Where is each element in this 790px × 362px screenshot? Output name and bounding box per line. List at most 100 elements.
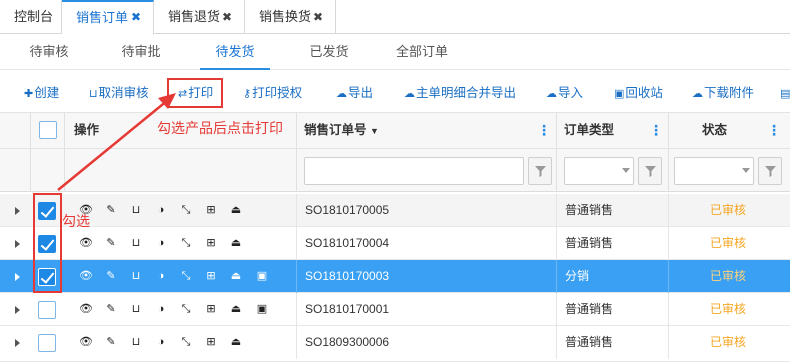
inbox-icon[interactable]: ⏏ <box>229 203 243 217</box>
tab-sales-order[interactable]: 销售订单 ✖ <box>62 0 154 35</box>
download-attachment-button[interactable]: ☁下载附件 <box>692 83 754 103</box>
expand-icon[interactable] <box>15 339 20 347</box>
sort-down-icon[interactable]: ▼ <box>370 126 379 136</box>
order-type-cell: 分销 <box>565 269 590 283</box>
eye-icon[interactable]: 👁 <box>79 269 93 283</box>
order-no-cell[interactable]: SO1810170003 <box>305 260 389 293</box>
inbox-icon[interactable]: ⏏ <box>229 236 243 250</box>
column-menu-icon[interactable]: ⋮ <box>767 123 781 137</box>
tab-console[interactable]: 控制台 <box>0 0 62 34</box>
subtab-all-orders[interactable]: 全部订单 <box>390 34 454 70</box>
audit-icon[interactable]: ⊔ <box>129 236 143 250</box>
audit-icon[interactable]: ⊔ <box>129 335 143 349</box>
split-icon[interactable]: ⤡ <box>179 269 193 283</box>
export-button[interactable]: ☁导出 <box>336 83 373 103</box>
print-auth-label: 打印授权 <box>252 86 303 100</box>
half-circle-icon[interactable]: ◑ <box>154 302 168 316</box>
split-icon[interactable]: ⤡ <box>179 335 193 349</box>
table-row[interactable]: 👁 ✎ ⊔ ◑ ⤡ ⊞ ⏏ SO1810170004 普通销售 已审核 <box>0 227 790 260</box>
table-icon[interactable]: ⊞ <box>204 236 218 250</box>
audit-icon[interactable]: ⊔ <box>129 203 143 217</box>
print-auth-button[interactable]: ⚷打印授权 <box>243 83 302 103</box>
inbox-icon[interactable]: ⏏ <box>229 302 243 316</box>
split-icon[interactable]: ⤡ <box>179 236 193 250</box>
table-icon[interactable]: ⊞ <box>204 269 218 283</box>
export-merged-button[interactable]: ☁主单明细合并导出 <box>404 83 516 103</box>
audit-icon[interactable]: ⊔ <box>129 269 143 283</box>
trash-icon: ▣ <box>614 88 625 100</box>
money-icon[interactable]: ▣ <box>254 302 270 316</box>
cancel-audit-button[interactable]: ⊔取消审核 <box>89 83 149 103</box>
more-toolbar-icon[interactable]: ▤ <box>780 83 790 103</box>
eye-icon[interactable]: 👁 <box>79 335 93 349</box>
filter-icon[interactable] <box>758 157 782 185</box>
status-badge: 已审核 <box>710 302 747 316</box>
half-circle-icon[interactable]: ◑ <box>154 236 168 250</box>
tab-sales-exchange[interactable]: 销售换货 ✖ <box>245 0 336 34</box>
checkbox-highlight-box <box>33 193 62 293</box>
pencil-icon[interactable]: ✎ <box>104 203 118 217</box>
column-menu-icon[interactable]: ⋮ <box>537 123 551 137</box>
filter-icon[interactable] <box>638 157 662 185</box>
top-tab-bar: 控制台 销售订单 ✖ 销售退货 ✖ 销售换货 ✖ <box>0 0 790 35</box>
header-row-divider <box>0 148 790 149</box>
half-circle-icon[interactable]: ◑ <box>154 203 168 217</box>
table-icon[interactable]: ⊞ <box>204 302 218 316</box>
pencil-icon[interactable]: ✎ <box>104 236 118 250</box>
expand-icon[interactable] <box>15 207 20 215</box>
order-no-filter-input[interactable] <box>304 157 524 185</box>
order-no-cell[interactable]: SO1810170005 <box>305 194 389 227</box>
subtab-pending-approval[interactable]: 待审批 <box>114 34 168 70</box>
import-button[interactable]: ☁导入 <box>546 83 583 103</box>
subtab-shipped[interactable]: 已发货 <box>302 34 356 70</box>
inbox-icon[interactable]: ⏏ <box>229 269 243 283</box>
order-no-cell[interactable]: SO1809300006 <box>305 326 389 359</box>
cell-divider <box>556 260 557 293</box>
create-button[interactable]: ✚创建 <box>24 83 59 103</box>
row-checkbox[interactable] <box>38 334 56 352</box>
close-icon[interactable]: ✖ <box>313 0 323 34</box>
subtab-pending-shipment[interactable]: 待发货 <box>200 34 270 70</box>
row-checkbox[interactable] <box>38 301 56 319</box>
eye-icon[interactable]: 👁 <box>79 302 93 316</box>
subtab-pending-review[interactable]: 待审核 <box>22 34 76 70</box>
audit-icon[interactable]: ⊔ <box>129 302 143 316</box>
column-menu-icon[interactable]: ⋮ <box>649 123 663 137</box>
pencil-icon[interactable]: ✎ <box>104 302 118 316</box>
expand-icon[interactable] <box>15 306 20 314</box>
expand-icon[interactable] <box>15 273 20 281</box>
split-icon[interactable]: ⤡ <box>179 302 193 316</box>
table-row[interactable]: 👁 ✎ ⊔ ◑ ⤡ ⊞ ⏏ SO1809300006 普通销售 已审核 <box>0 326 790 362</box>
filter-icon[interactable] <box>528 157 552 185</box>
pencil-icon[interactable]: ✎ <box>104 335 118 349</box>
half-circle-icon[interactable]: ◑ <box>154 335 168 349</box>
status-badge: 已审核 <box>710 335 747 349</box>
order-no-cell[interactable]: SO1810170001 <box>305 293 389 326</box>
split-icon[interactable]: ⤡ <box>179 203 193 217</box>
inbox-icon[interactable]: ⏏ <box>229 335 243 349</box>
table-icon[interactable]: ⊞ <box>204 335 218 349</box>
import-label: 导入 <box>558 86 584 100</box>
cell-divider <box>668 293 669 326</box>
tab-sales-return[interactable]: 销售退货 ✖ <box>154 0 245 34</box>
eye-icon[interactable]: 👁 <box>79 236 93 250</box>
create-label: 创建 <box>34 86 60 100</box>
money-icon[interactable]: ▣ <box>254 269 270 283</box>
select-all-checkbox[interactable] <box>39 121 57 139</box>
order-no-cell[interactable]: SO1810170004 <box>305 227 389 260</box>
recycle-label: 回收站 <box>625 86 663 100</box>
header-divider <box>30 112 31 192</box>
pencil-icon[interactable]: ✎ <box>104 269 118 283</box>
half-circle-icon[interactable]: ◑ <box>154 269 168 283</box>
recycle-bin-button[interactable]: ▣回收站 <box>614 83 663 103</box>
expand-icon[interactable] <box>15 240 20 248</box>
header-order-no[interactable]: 销售订单号 ▼ <box>304 112 379 148</box>
table-row[interactable]: 👁 ✎ ⊔ ◑ ⤡ ⊞ ⏏ ▣ SO1810170003 分销 已审核 <box>0 260 790 293</box>
close-icon[interactable]: ✖ <box>131 2 141 33</box>
table-row[interactable]: 👁 ✎ ⊔ ◑ ⤡ ⊞ ⏏ ▣ SO1810170001 普通销售 已审核 <box>0 293 790 326</box>
table-icon[interactable]: ⊞ <box>204 203 218 217</box>
cell-divider <box>296 260 297 293</box>
close-icon[interactable]: ✖ <box>222 0 232 34</box>
table-row[interactable]: 👁 ✎ ⊔ ◑ ⤡ ⊞ ⏏ SO1810170005 普通销售 已审核 <box>0 194 790 227</box>
header-divider <box>668 112 669 192</box>
